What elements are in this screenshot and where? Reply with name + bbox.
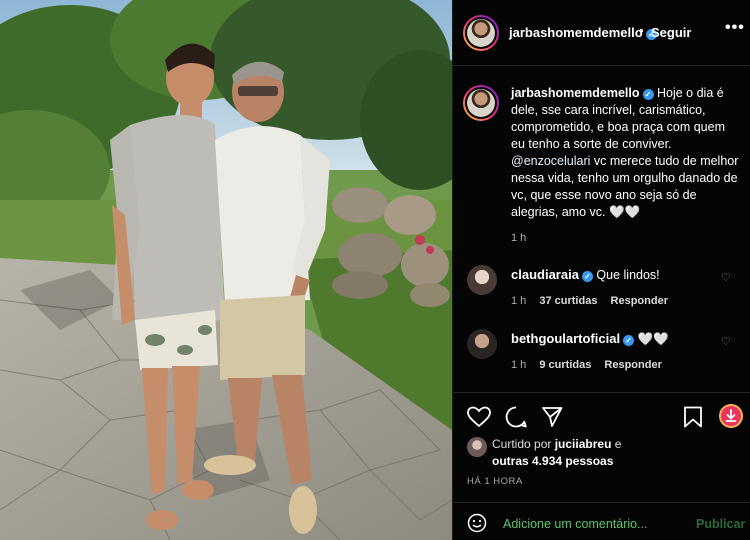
comment-meta: 1 h 37 curtidas Responder: [511, 295, 668, 307]
likes-others-link[interactable]: outras 4.934 pessoas: [492, 454, 613, 468]
author-username[interactable]: jarbashomemdemello ✓: [509, 25, 657, 40]
comment-username[interactable]: claudiaraia: [511, 267, 579, 282]
comment-input[interactable]: Adicione um comentário...: [503, 517, 648, 531]
post-photo-art: [0, 0, 452, 540]
commenter-avatar[interactable]: [467, 329, 497, 359]
verified-badge-icon: ✓: [581, 271, 593, 282]
likes-prefix: Curtido por: [492, 437, 552, 451]
more-options-icon[interactable]: •••: [725, 19, 745, 37]
post-photo[interactable]: [0, 0, 452, 540]
comment-like-heart-icon[interactable]: ♡: [721, 271, 731, 284]
caption-avatar[interactable]: [463, 85, 499, 121]
liker-avatar[interactable]: [467, 437, 487, 457]
likes-conj: e: [614, 437, 622, 451]
post-actions: Curtido por juciiabreu e outras 4.934 pe…: [453, 394, 750, 504]
caption-time[interactable]: 1 h: [511, 232, 526, 244]
separator-dot: •: [639, 23, 644, 38]
caption-username-text[interactable]: jarbashomemdemello: [511, 86, 640, 100]
caption-username[interactable]: jarbashomemdemello ✓: [511, 86, 654, 100]
commenter-avatar[interactable]: [467, 265, 497, 295]
post-header: jarbashomemdemello ✓ • Seguir •••: [453, 0, 750, 66]
comment-text: 🤍🤍: [637, 332, 669, 346]
caption-mention-link[interactable]: @enzocelulari: [511, 154, 590, 168]
comment-username[interactable]: bethgoulartoficial: [511, 331, 620, 346]
comment-text: Que lindos!: [596, 268, 660, 282]
caption-text: jarbashomemdemello ✓ Hoje o dia é dele, s…: [511, 85, 741, 221]
comment-time[interactable]: 1 h: [511, 295, 526, 307]
download-extension-icon[interactable]: [719, 404, 743, 428]
comment-likes[interactable]: 9 curtidas: [539, 359, 591, 371]
add-comment-bar: Adicione um comentário... Publicar: [453, 502, 750, 540]
like-heart-icon[interactable]: [467, 406, 491, 428]
comment-meta: 1 h 9 curtidas Responder: [511, 359, 662, 371]
comment-bubble-icon[interactable]: [505, 406, 527, 428]
verified-badge-icon: ✓: [623, 335, 635, 346]
save-bookmark-icon[interactable]: [683, 406, 703, 428]
reply-button[interactable]: Responder: [611, 295, 668, 307]
comment-line: bethgoulartoficial ✓ 🤍🤍: [511, 331, 669, 347]
comment-time[interactable]: 1 h: [511, 359, 526, 371]
share-direct-icon[interactable]: [541, 406, 563, 428]
author-avatar[interactable]: [463, 15, 499, 51]
publish-button[interactable]: Publicar: [696, 517, 745, 531]
comment-likes[interactable]: 37 curtidas: [539, 295, 597, 307]
post-side-panel: jarbashomemdemello ✓ • Seguir ••• jarbash…: [452, 0, 750, 540]
comments-list[interactable]: jarbashomemdemello ✓ Hoje o dia é dele, s…: [453, 67, 750, 393]
post-timestamp[interactable]: HÁ 1 HORA: [467, 476, 523, 487]
liker-username[interactable]: juciiabreu: [555, 437, 612, 451]
verified-badge-icon: ✓: [642, 89, 654, 100]
author-username-text[interactable]: jarbashomemdemello: [509, 25, 643, 40]
comment-like-heart-icon[interactable]: ♡: [721, 335, 731, 348]
comment-line: claudiaraia ✓ Que lindos!: [511, 267, 660, 282]
reply-button[interactable]: Responder: [604, 359, 661, 371]
follow-button[interactable]: Seguir: [651, 25, 691, 40]
emoji-icon[interactable]: [467, 513, 487, 533]
